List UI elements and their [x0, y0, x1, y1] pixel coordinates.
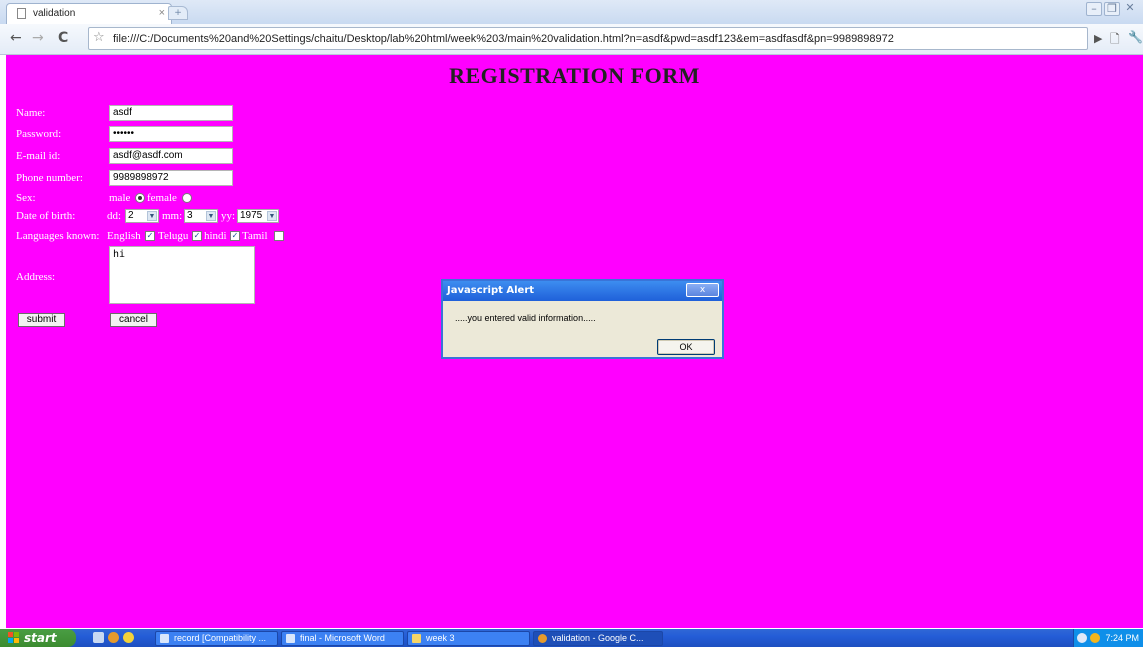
telugu-label: Telugu	[158, 230, 189, 242]
dd-label: dd:	[107, 210, 122, 222]
start-label: start	[24, 631, 57, 645]
chrome-icon[interactable]	[108, 632, 119, 643]
name-label: Name:	[16, 107, 46, 119]
task-label: record [Compatibility ...	[174, 633, 267, 643]
languages-label: Languages known:	[16, 230, 100, 242]
windows-flag-icon	[8, 632, 19, 643]
male-radio[interactable]	[135, 193, 145, 203]
task-label: validation - Google C...	[552, 633, 644, 643]
windows-taskbar: start record [Compatibility ... final - …	[0, 629, 1143, 647]
sex-label: Sex:	[16, 192, 36, 204]
browser-tab-strip: validation × + – ❐ ✕	[0, 0, 1143, 24]
tamil-checkbox[interactable]	[274, 231, 284, 241]
messenger-icon[interactable]	[123, 632, 134, 643]
task-label: final - Microsoft Word	[300, 633, 385, 643]
tab-title: validation	[33, 8, 76, 19]
alert-message: .....you entered valid information.....	[455, 313, 596, 323]
restore-icon[interactable]: ❐	[1104, 2, 1120, 16]
show-desktop-icon[interactable]	[93, 632, 104, 643]
hindi-label: hindi	[204, 230, 227, 242]
yy-label: yy:	[221, 210, 236, 222]
task-label: week 3	[426, 633, 455, 643]
new-tab-button[interactable]: +	[168, 6, 188, 20]
phone-input[interactable]: 9989898972	[109, 170, 233, 186]
page-icon	[17, 8, 26, 19]
clock: 7:24 PM	[1105, 633, 1139, 643]
english-label: English	[107, 230, 141, 242]
javascript-alert-dialog: Javascript Alert x .....you entered vali…	[441, 279, 724, 359]
phone-label: Phone number:	[16, 172, 83, 184]
browser-toolbar: ← → C ☆ file:///C:/Documents%20and%20Set…	[0, 24, 1143, 55]
hindi-checkbox[interactable]: ✓	[230, 231, 240, 241]
password-input[interactable]: ••••••	[109, 126, 233, 142]
english-checkbox[interactable]: ✓	[145, 231, 155, 241]
female-radio[interactable]	[182, 193, 192, 203]
tamil-label: Tamil	[242, 230, 268, 242]
yy-value: 1975	[240, 210, 263, 221]
alert-title: Javascript Alert	[443, 281, 722, 301]
word-doc-icon	[160, 634, 169, 643]
chevron-down-icon: ▼	[267, 211, 277, 221]
page-menu-icon[interactable]: 🗋	[1110, 30, 1120, 51]
network-icon[interactable]	[1077, 633, 1087, 643]
cancel-button[interactable]: cancel	[110, 313, 157, 327]
folder-icon	[412, 634, 421, 643]
name-input[interactable]: asdf	[109, 105, 233, 121]
play-icon[interactable]: ▶	[1094, 32, 1102, 45]
dd-select[interactable]: 2 ▼	[125, 209, 159, 223]
word-doc-icon	[286, 634, 295, 643]
back-arrow-icon[interactable]: ←	[10, 30, 22, 46]
yy-select[interactable]: 1975 ▼	[237, 209, 279, 223]
star-icon[interactable]: ☆	[93, 30, 105, 45]
chevron-down-icon: ▼	[147, 211, 157, 221]
submit-button[interactable]: submit	[18, 313, 65, 327]
reload-icon[interactable]: C	[58, 30, 68, 46]
security-shield-icon[interactable]	[1090, 633, 1100, 643]
address-label: Address:	[16, 271, 56, 283]
forward-arrow-icon[interactable]: →	[32, 30, 44, 46]
mm-select[interactable]: 3 ▼	[184, 209, 218, 223]
taskbar-item-final[interactable]: final - Microsoft Word	[281, 631, 404, 646]
wrench-icon[interactable]: 🔧	[1128, 30, 1143, 44]
tab-close-icon[interactable]: ×	[159, 7, 165, 19]
female-label: female	[147, 192, 177, 204]
url-text[interactable]: file:///C:/Documents%20and%20Settings/ch…	[113, 33, 894, 45]
taskbar-item-week3[interactable]: week 3	[407, 631, 530, 646]
mm-label: mm:	[162, 210, 183, 222]
email-label: E-mail id:	[16, 150, 61, 162]
dob-label: Date of birth:	[16, 210, 76, 222]
mm-value: 3	[187, 210, 193, 221]
start-button[interactable]: start	[0, 629, 76, 647]
minimize-icon[interactable]: –	[1086, 2, 1102, 16]
close-window-icon[interactable]: ✕	[1122, 2, 1138, 16]
address-bar[interactable]: ☆ file:///C:/Documents%20and%20Settings/…	[88, 27, 1088, 50]
address-textarea[interactable]: hi	[109, 246, 255, 304]
password-label: Password:	[16, 128, 62, 140]
email-input[interactable]: asdf@asdf.com	[109, 148, 233, 164]
taskbar-item-record[interactable]: record [Compatibility ...	[155, 631, 278, 646]
alert-close-icon[interactable]: x	[686, 283, 719, 297]
chevron-down-icon: ▼	[206, 211, 216, 221]
chrome-icon	[538, 634, 547, 643]
system-tray: 7:24 PM	[1073, 629, 1143, 647]
page-title: REGISTRATION FORM	[449, 63, 700, 88]
telugu-checkbox[interactable]: ✓	[192, 231, 202, 241]
browser-tab[interactable]: validation ×	[6, 3, 172, 24]
male-label: male	[109, 192, 131, 204]
taskbar-item-validation[interactable]: validation - Google C...	[533, 631, 663, 646]
ok-button[interactable]: OK	[657, 339, 715, 355]
dd-value: 2	[128, 210, 134, 221]
